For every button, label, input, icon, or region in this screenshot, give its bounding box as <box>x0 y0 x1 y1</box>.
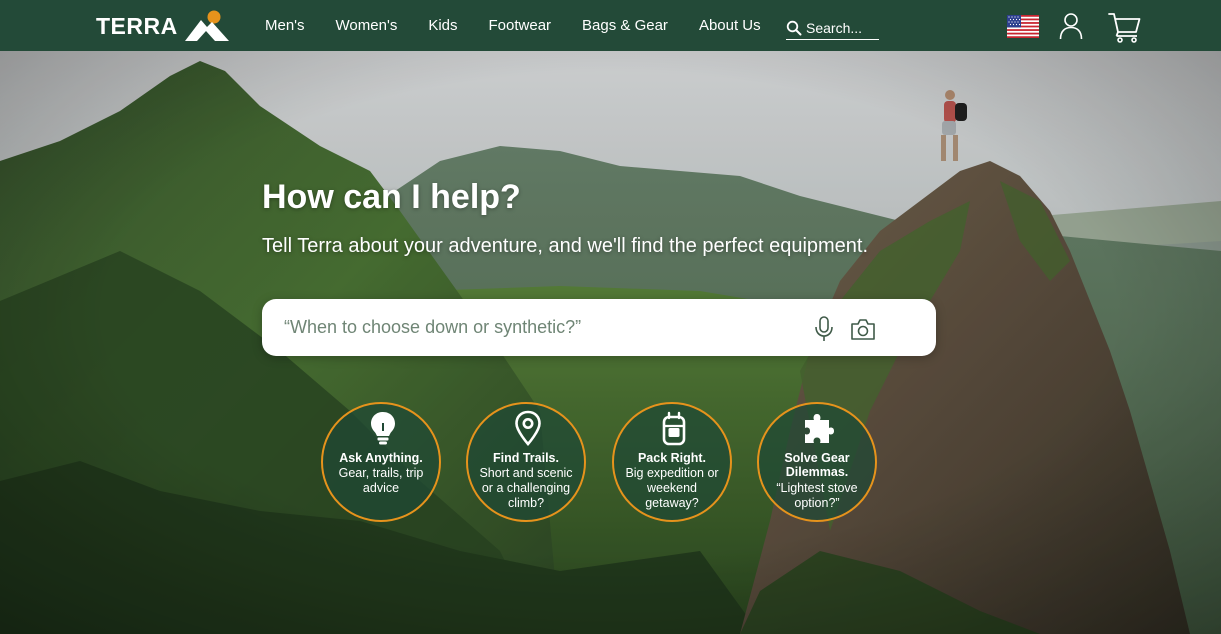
user-icon[interactable] <box>1059 12 1083 40</box>
suggestion-text: Big expedition or weekend getaway? <box>625 466 719 510</box>
nav-search <box>786 16 879 40</box>
brand-name: TERRA <box>96 12 178 39</box>
hero-subtitle: Tell Terra about your adventure, and we'… <box>262 235 869 257</box>
nav-link-footwear[interactable]: Footwear <box>489 17 552 34</box>
suggestion-text: Short and scenic or a challenging climb? <box>479 466 573 510</box>
puzzle-icon <box>805 414 834 443</box>
brand-logo[interactable]: TERRA <box>96 8 230 44</box>
camera-icon[interactable] <box>850 317 876 341</box>
nav-link-womens[interactable]: Women's <box>336 17 398 34</box>
nav-link-mens[interactable]: Men's <box>265 17 305 34</box>
us-flag-icon[interactable] <box>1007 15 1039 38</box>
suggestion-solve-gear-dilemmas[interactable]: Solve Gear Dilemmas. “Lightest stove opt… <box>757 402 877 522</box>
nav-link-kids[interactable]: Kids <box>428 17 457 34</box>
nav-link-bags-gear[interactable]: Bags & Gear <box>582 17 668 34</box>
map-pin-icon <box>515 410 541 446</box>
main-menu: Men's Women's Kids Footwear Bags & Gear … <box>265 0 792 51</box>
suggestion-find-trails[interactable]: Find Trails. Short and scenic or a chall… <box>466 402 586 522</box>
suggestion-title: Solve Gear Dilemmas. <box>784 451 850 479</box>
lightbulb-icon <box>371 412 395 445</box>
suggestion-text: “Lightest stove option?” <box>776 481 858 510</box>
suggestion-ask-anything[interactable]: Ask Anything. Gear, trails, trip advice <box>321 402 441 522</box>
cart-icon[interactable] <box>1108 11 1142 43</box>
microphone-icon[interactable] <box>813 316 835 342</box>
search-icon[interactable] <box>786 20 802 36</box>
hero-section: How can I help? Tell Terra about your ad… <box>0 51 1221 634</box>
hero-title: How can I help? <box>262 178 521 216</box>
ask-terra-input[interactable] <box>284 299 794 356</box>
suggestion-text: Gear, trails, trip advice <box>338 466 424 495</box>
search-input[interactable] <box>806 19 878 36</box>
suggestion-pack-right[interactable]: Pack Right. Big expedition or weekend ge… <box>612 402 732 522</box>
nav-link-about-us[interactable]: About Us <box>699 17 761 34</box>
top-nav: TERRA Men's Women's Kids Footwear Bags &… <box>0 0 1221 51</box>
suggestion-title: Pack Right. <box>637 451 707 465</box>
mountain-sun-logo-icon <box>184 10 229 41</box>
suggestion-title: Ask Anything. <box>339 451 423 465</box>
backpack-icon <box>662 411 686 446</box>
suggestion-title: Find Trails. <box>493 451 559 465</box>
